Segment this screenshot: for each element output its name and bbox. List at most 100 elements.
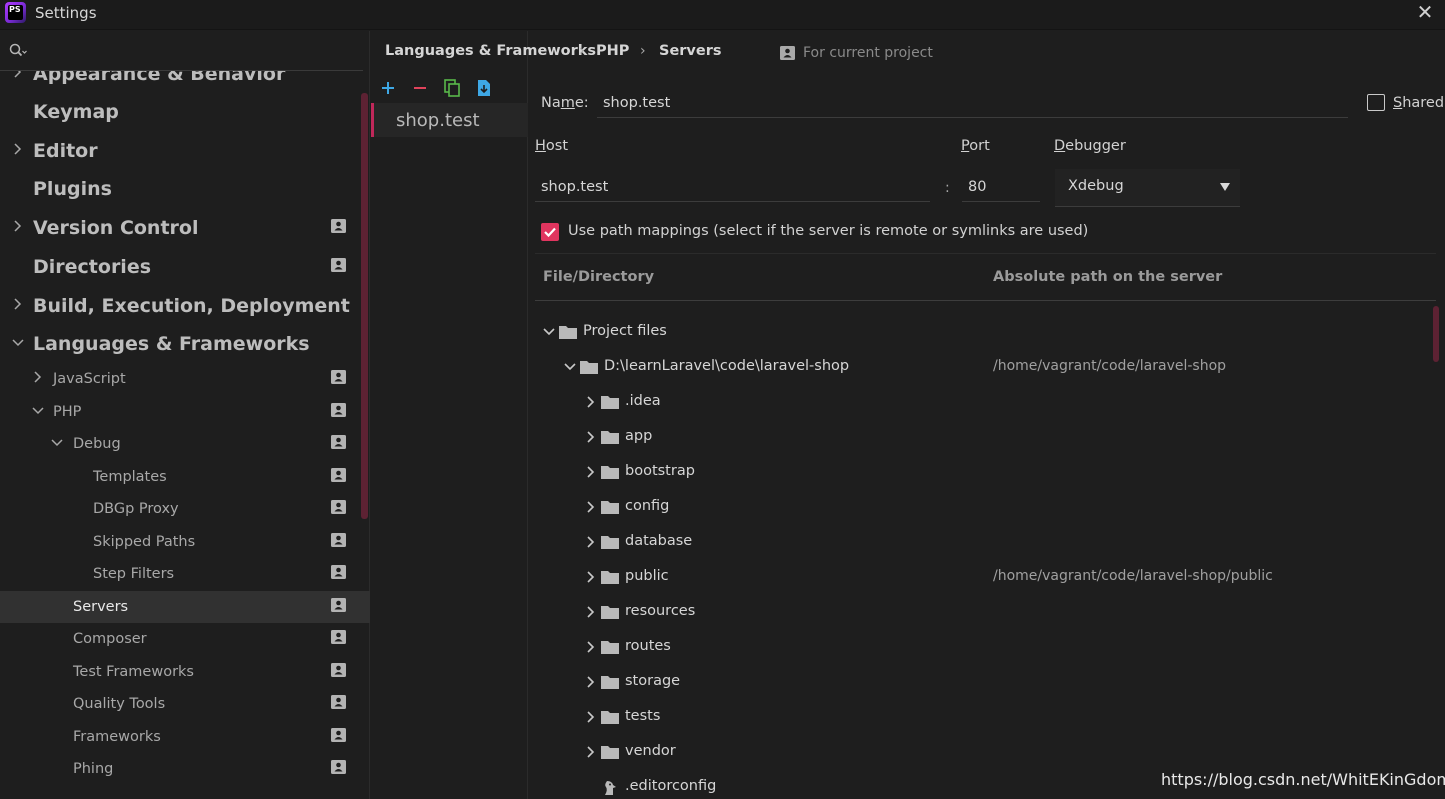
project-scope-icon	[331, 219, 346, 233]
scope-label: For current project	[803, 45, 933, 61]
project-scope-icon	[331, 435, 346, 449]
chevron-right-icon[interactable]	[585, 500, 597, 514]
table-row[interactable]: config	[535, 490, 1436, 525]
server-list-panel: shop.test	[371, 31, 528, 799]
search-input[interactable]	[0, 31, 363, 71]
breadcrumb-separator: ›	[579, 43, 585, 59]
sidebar-item[interactable]: Editor	[0, 133, 370, 169]
sidebar-item-label: Directories	[33, 256, 152, 278]
port-label: Port	[961, 138, 990, 154]
chevron-right-icon[interactable]	[585, 675, 597, 689]
name-label: Name:	[541, 95, 589, 111]
folder-icon	[601, 746, 619, 759]
table-row[interactable]: bootstrap	[535, 455, 1436, 490]
name-field[interactable]: shop.test	[597, 88, 1348, 118]
sidebar-item[interactable]: Composer	[0, 623, 370, 655]
sidebar-item[interactable]: Debug	[0, 428, 370, 460]
folder-icon	[601, 711, 619, 724]
local-path: config	[625, 498, 670, 514]
table-row[interactable]: Project files	[535, 315, 1436, 350]
app-icon-text: PS	[8, 5, 23, 20]
chevron-right-icon[interactable]	[585, 430, 597, 444]
table-row[interactable]: D:\learnLaravel\code\laravel-shop/home/v…	[535, 350, 1436, 385]
port-field[interactable]: 80	[962, 172, 1040, 202]
sidebar-item[interactable]: Directories	[0, 249, 370, 285]
chevron-right-icon[interactable]	[585, 640, 597, 654]
chevron-right-icon[interactable]	[585, 395, 597, 409]
chevron-right-icon[interactable]	[11, 288, 25, 324]
import-icon[interactable]	[475, 78, 493, 98]
table-row[interactable]: public/home/vagrant/code/laravel-shop/pu…	[535, 560, 1436, 595]
server-list-item[interactable]: shop.test	[371, 103, 528, 137]
chevron-right-icon[interactable]	[31, 363, 45, 395]
server-path[interactable]: /home/vagrant/code/laravel-shop	[993, 358, 1226, 374]
sidebar-item[interactable]: Phing	[0, 753, 370, 785]
chevron-right-icon[interactable]	[11, 71, 25, 92]
chevron-down-icon[interactable]	[564, 360, 576, 374]
project-scope-icon	[331, 695, 346, 709]
copy-icon[interactable]	[443, 78, 461, 98]
sidebar-item[interactable]: Languages & Frameworks	[0, 326, 370, 362]
sidebar-item[interactable]: Step Filters	[0, 558, 370, 590]
chevron-down-icon[interactable]	[543, 325, 555, 339]
chevron-right-icon[interactable]	[585, 465, 597, 479]
chevron-right-icon[interactable]	[585, 745, 597, 759]
sidebar-item-label: Quality Tools	[73, 696, 166, 712]
chevron-right-icon[interactable]	[11, 133, 25, 169]
debugger-label: Debugger	[1054, 138, 1126, 154]
sidebar-item[interactable]: Build, Execution, Deployment	[0, 288, 370, 324]
sidebar-item[interactable]: Plugins	[0, 171, 370, 207]
project-scope-icon	[331, 467, 346, 482]
sidebar-item[interactable]: Appearance & Behavior	[0, 71, 370, 92]
chevron-right-icon[interactable]	[585, 710, 597, 724]
sidebar-item-label: Templates	[93, 468, 167, 485]
chevron-down-icon[interactable]	[50, 428, 64, 460]
table-row[interactable]: .idea	[535, 385, 1436, 420]
sidebar-item[interactable]: JavaScript	[0, 363, 370, 395]
shared-checkbox[interactable]	[1367, 94, 1385, 111]
chevron-right-icon[interactable]	[585, 570, 597, 584]
table-row[interactable]: tests	[535, 700, 1436, 735]
project-scope-icon	[331, 630, 346, 644]
table-row[interactable]: routes	[535, 630, 1436, 665]
sidebar-item[interactable]: Servers	[0, 590, 370, 623]
project-scope-icon	[331, 532, 346, 547]
local-path: tests	[625, 708, 661, 724]
sidebar-item-label: Frameworks	[73, 728, 161, 745]
table-scrollbar[interactable]	[1433, 306, 1439, 362]
title-bar: PS Settings ✕	[0, 0, 1445, 30]
sidebar-item[interactable]: Test Frameworks	[0, 656, 370, 688]
sidebar-item[interactable]: Skipped Paths	[0, 526, 370, 558]
table-row[interactable]: database	[535, 525, 1436, 560]
chevron-right-icon[interactable]	[585, 605, 597, 619]
sidebar-item[interactable]: DBGp Proxy	[0, 493, 370, 525]
sidebar-item-label: Plugins	[33, 178, 112, 200]
add-icon[interactable]	[379, 78, 397, 98]
column-header-local: File/Directory	[543, 269, 655, 285]
sidebar-item[interactable]: Quality Tools	[0, 688, 370, 720]
folder-icon	[601, 501, 619, 514]
table-row[interactable]: storage	[535, 665, 1436, 700]
folder-icon	[601, 676, 619, 689]
sidebar-item[interactable]: Templates	[0, 461, 370, 493]
server-path[interactable]: /home/vagrant/code/laravel-shop/public	[993, 568, 1273, 584]
sidebar-scrollbar[interactable]	[361, 93, 368, 519]
sidebar-item[interactable]: Keymap	[0, 94, 370, 130]
chevron-right-icon[interactable]	[11, 210, 25, 246]
table-row[interactable]: vendor	[535, 735, 1436, 770]
chevron-down-icon[interactable]	[31, 396, 45, 428]
use-path-mappings-checkbox[interactable]	[541, 223, 559, 241]
close-button[interactable]: ✕	[1415, 2, 1435, 22]
chevron-down-icon[interactable]	[11, 326, 25, 362]
host-port-separator: :	[945, 180, 950, 196]
table-row[interactable]: resources	[535, 595, 1436, 630]
host-field[interactable]: shop.test	[535, 172, 930, 202]
table-row[interactable]: app	[535, 420, 1436, 455]
sidebar-item[interactable]: Frameworks	[0, 721, 370, 753]
local-path: vendor	[625, 743, 676, 759]
remove-icon[interactable]	[411, 78, 429, 98]
sidebar-item[interactable]: Version Control	[0, 210, 370, 246]
debugger-dropdown[interactable]: Xdebug	[1055, 169, 1240, 207]
chevron-right-icon[interactable]	[585, 535, 597, 549]
sidebar-item[interactable]: PHP	[0, 396, 370, 428]
